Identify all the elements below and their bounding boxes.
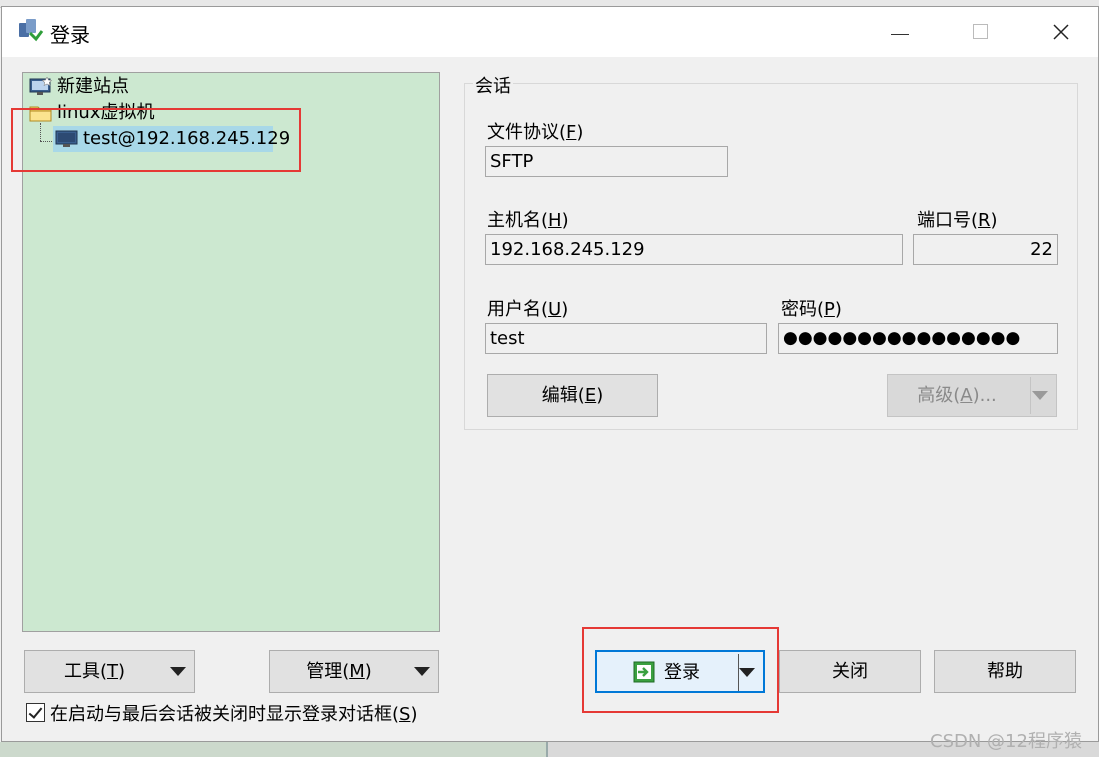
maximize-icon <box>973 24 988 39</box>
password-input[interactable]: ●●●●●●●●●●●●●●●● <box>778 323 1058 354</box>
close-window-button[interactable] <box>1038 15 1084 49</box>
label-accesskey: T <box>107 661 118 682</box>
window-title: 登录 <box>50 23 90 47</box>
tools-button[interactable]: 工具(T) <box>24 650 195 693</box>
port-input[interactable]: 22 <box>913 234 1058 265</box>
advanced-button[interactable]: 高级(A)... <box>887 374 1057 417</box>
tree-item-label: 新建站点 <box>57 76 129 97</box>
dropdown-arrow-icon <box>170 667 186 676</box>
button-label: 管理( <box>306 661 350 682</box>
dropdown-arrow-icon[interactable] <box>1032 391 1048 400</box>
label-accesskey: H <box>548 210 562 231</box>
label-accesskey: F <box>566 122 577 143</box>
watermark: CSDN @12程序猿 <box>930 731 1082 752</box>
highlight-box-login <box>582 627 779 713</box>
button-label: 高级( <box>917 385 961 406</box>
dropdown-arrow-icon <box>414 667 430 676</box>
label-text: 在启动与最后会话被关闭时显示登录对话框( <box>50 704 400 725</box>
background-panel <box>0 742 548 757</box>
winscp-app-icon <box>19 19 44 42</box>
split-separator <box>1030 377 1031 414</box>
label-text: 用户名( <box>487 299 549 320</box>
highlight-box-tree <box>11 108 301 172</box>
password-label: 密码(P) <box>781 299 842 320</box>
username-input[interactable]: test <box>485 323 767 354</box>
label-accesskey: S <box>399 704 411 725</box>
close-icon <box>1053 24 1069 40</box>
close-button[interactable]: 关闭 <box>779 650 921 693</box>
label-accesskey: A <box>960 385 973 406</box>
button-label: 关闭 <box>832 661 868 682</box>
protocol-label: 文件协议(F) <box>487 122 584 143</box>
label-accesskey: E <box>584 385 597 406</box>
label-text: 主机名( <box>487 210 549 231</box>
show-login-checkbox[interactable] <box>26 703 45 722</box>
label-accesskey: R <box>978 210 991 231</box>
label-accesskey: P <box>824 299 835 320</box>
help-button[interactable]: 帮助 <box>934 650 1076 693</box>
host-label: 主机名(H) <box>487 210 569 231</box>
button-label: 工具( <box>63 661 107 682</box>
port-label: 端口号(R) <box>917 210 998 231</box>
new-site-monitor-icon <box>29 77 53 95</box>
label-text: 端口号( <box>917 210 979 231</box>
manage-button[interactable]: 管理(M) <box>269 650 439 693</box>
minimize-button[interactable] <box>877 15 923 49</box>
protocol-select[interactable]: SFTP <box>485 146 728 177</box>
label-accesskey: M <box>349 661 365 682</box>
button-label-suffix: )... <box>972 385 997 406</box>
label-text: 文件协议( <box>487 122 567 143</box>
show-login-checkbox-label[interactable]: 在启动与最后会话被关闭时显示登录对话框(S) <box>50 700 418 726</box>
edit-button[interactable]: 编辑(E) <box>487 374 658 417</box>
label-accesskey: U <box>548 299 562 320</box>
title-bar: 登录 <box>2 7 1098 57</box>
host-input[interactable]: 192.168.245.129 <box>485 234 903 265</box>
minimize-icon <box>891 34 909 35</box>
username-label: 用户名(U) <box>487 299 569 320</box>
button-label: 帮助 <box>987 661 1023 682</box>
maximize-button[interactable] <box>957 15 1003 49</box>
session-group-title: 会话 <box>473 72 513 98</box>
button-label: 编辑( <box>541 385 585 406</box>
label-text: 密码( <box>781 299 825 320</box>
